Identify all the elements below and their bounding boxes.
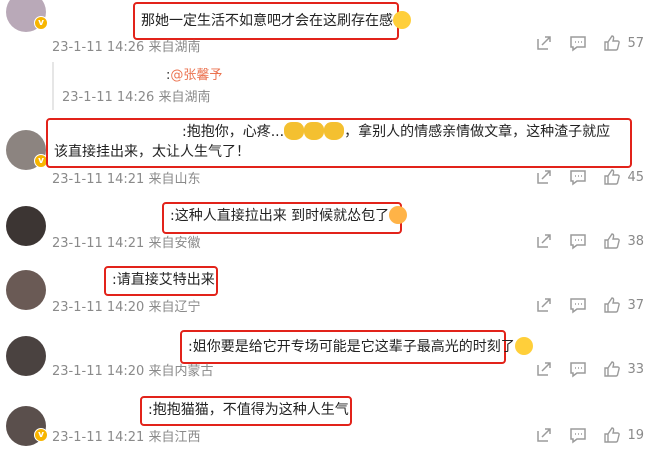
avatar[interactable] bbox=[6, 336, 46, 376]
comment-meta: 23-1-11 14:21 来自江西 bbox=[52, 426, 201, 445]
share-icon[interactable] bbox=[535, 360, 553, 378]
highlighted-comment-text: :请直接艾特出来 bbox=[104, 266, 218, 296]
comment-meta: 23-1-11 14:21 来自安徽 bbox=[52, 232, 201, 251]
comment-icon[interactable] bbox=[569, 168, 587, 186]
comment-item: :请直接艾特出来 23-1-11 14:20 来自辽宁 37 bbox=[0, 264, 660, 320]
comment-icon[interactable] bbox=[569, 360, 587, 378]
comment-location: 来自安徽 bbox=[148, 236, 201, 251]
reply-time: 23-1-11 14:26 bbox=[62, 90, 155, 105]
comment-meta: 23-1-11 14:20 来自内蒙古 bbox=[52, 360, 214, 379]
comment-location: 来自湖南 bbox=[148, 40, 201, 55]
comment-meta: 23-1-11 14:21 来自山东 bbox=[52, 168, 201, 187]
comment-time: 23-1-11 14:26 bbox=[52, 40, 145, 55]
comment-actions: 38 bbox=[535, 232, 644, 250]
comment-meta: 23-1-11 14:20 来自辽宁 bbox=[52, 296, 201, 315]
smile-emoji bbox=[393, 11, 411, 29]
comment-item: v :抱抱猫猫，不值得为这种人生气 23-1-11 14:21 来自江西 19 bbox=[0, 394, 660, 450]
comment-text: 那她一定生活不如意吧才会在这刷存在感 bbox=[141, 13, 393, 29]
thumbs-up-icon bbox=[604, 35, 621, 51]
like-button[interactable]: 19 bbox=[603, 426, 644, 444]
avatar[interactable] bbox=[6, 206, 46, 246]
highlighted-comment-text: 那她一定生活不如意吧才会在这刷存在感 bbox=[133, 2, 411, 40]
comment-icon[interactable] bbox=[569, 34, 587, 52]
like-button[interactable]: 33 bbox=[603, 360, 644, 378]
reply-line: :@张馨予 bbox=[166, 64, 222, 83]
reply-location: 来自湖南 bbox=[158, 90, 211, 105]
comment-text: :抱抱猫猫，不值得为这种人生气 bbox=[148, 402, 349, 418]
comment-time: 23-1-11 14:20 bbox=[52, 364, 145, 379]
like-count: 19 bbox=[627, 427, 644, 443]
like-count: 45 bbox=[627, 169, 644, 185]
reply-meta: 23-1-11 14:26 来自湖南 bbox=[62, 86, 211, 105]
share-icon[interactable] bbox=[535, 296, 553, 314]
share-icon[interactable] bbox=[535, 426, 553, 444]
share-icon[interactable] bbox=[535, 34, 553, 52]
verified-badge-icon: v bbox=[34, 16, 48, 30]
comment-text: :姐你要是给它开专场可能是它这辈子最高光的时刻了 bbox=[188, 339, 515, 355]
thumbs-up-icon bbox=[604, 427, 621, 443]
comment-time: 23-1-11 14:21 bbox=[52, 236, 145, 251]
avatar[interactable] bbox=[6, 270, 46, 310]
comment-item: v 那她一定生活不如意吧才会在这刷存在感 23-1-11 14:26 来自湖南 … bbox=[0, 0, 660, 60]
comment-actions: 57 bbox=[535, 34, 644, 52]
sub-reply: :@张馨予 23-1-11 14:26 来自湖南 bbox=[52, 62, 614, 110]
comment-text: :抱抱你，心疼... bbox=[182, 124, 285, 140]
thumbs-up-icon bbox=[604, 297, 621, 313]
share-icon[interactable] bbox=[535, 168, 553, 186]
shy-emoji bbox=[389, 206, 408, 224]
comment-text: :请直接艾特出来 bbox=[112, 272, 215, 288]
comment-time: 23-1-11 14:21 bbox=[52, 172, 145, 187]
comment-icon[interactable] bbox=[569, 232, 587, 250]
shock-emoji bbox=[514, 337, 533, 355]
like-count: 57 bbox=[627, 35, 644, 51]
comment-text: :这种人直接拉出来 到时候就怂包了 bbox=[170, 208, 390, 224]
comment-actions: 45 bbox=[535, 168, 644, 186]
comment-location: 来自山东 bbox=[148, 172, 201, 187]
like-button[interactable]: 37 bbox=[603, 296, 644, 314]
hug-emoji bbox=[304, 122, 325, 140]
comment-icon[interactable] bbox=[569, 426, 587, 444]
comment-actions: 19 bbox=[535, 426, 644, 444]
highlighted-comment-text: :抱抱猫猫，不值得为这种人生气 bbox=[140, 396, 352, 426]
comment-time: 23-1-11 14:21 bbox=[52, 430, 145, 445]
hug-emoji bbox=[284, 122, 305, 140]
comment-location: 来自内蒙古 bbox=[148, 364, 214, 379]
highlighted-comment-text: :姐你要是给它开专场可能是它这辈子最高光的时刻了 bbox=[180, 330, 533, 364]
share-icon[interactable] bbox=[535, 232, 553, 250]
like-count: 38 bbox=[627, 233, 644, 249]
thumbs-up-icon bbox=[604, 361, 621, 377]
mention-link[interactable]: @张馨予 bbox=[170, 68, 222, 83]
like-button[interactable]: 45 bbox=[603, 168, 644, 186]
comment-actions: 37 bbox=[535, 296, 644, 314]
like-count: 37 bbox=[627, 297, 644, 313]
like-button[interactable]: 57 bbox=[603, 34, 644, 52]
highlighted-comment-text: :抱抱你，心疼... ，拿别人的情感亲情做文章，这种渣子就应该直接挂出来，太让人生… bbox=[46, 118, 632, 168]
comment-time: 23-1-11 14:20 bbox=[52, 300, 145, 315]
thumbs-up-icon bbox=[604, 233, 621, 249]
comment-item: v :抱抱你，心疼... ，拿别人的情感亲情做文章，这种渣子就应该直接挂出来，太让… bbox=[0, 116, 660, 192]
comment-meta: 23-1-11 14:26 来自湖南 bbox=[52, 36, 201, 55]
comment-actions: 33 bbox=[535, 360, 644, 378]
comment-icon[interactable] bbox=[569, 296, 587, 314]
comment-item: :姐你要是给它开专场可能是它这辈子最高光的时刻了 23-1-11 14:20 来… bbox=[0, 326, 660, 386]
hug-emoji bbox=[324, 122, 345, 140]
like-button[interactable]: 38 bbox=[603, 232, 644, 250]
verified-badge-icon: v bbox=[34, 428, 48, 442]
highlighted-comment-text: :这种人直接拉出来 到时候就怂包了 bbox=[162, 202, 408, 234]
like-count: 33 bbox=[627, 361, 644, 377]
comment-location: 来自辽宁 bbox=[148, 300, 201, 315]
thumbs-up-icon bbox=[604, 169, 621, 185]
comment-item: :这种人直接拉出来 到时候就怂包了 23-1-11 14:21 来自安徽 38 bbox=[0, 200, 660, 260]
comment-location: 来自江西 bbox=[148, 430, 201, 445]
